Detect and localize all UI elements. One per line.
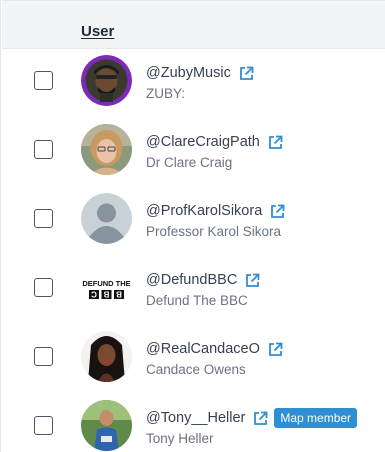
map-member-badge: Map member [274, 408, 358, 428]
defund-bbc-logo[interactable]: DEFUND THE C B B [81, 262, 132, 313]
row-checkbox[interactable] [34, 416, 53, 435]
external-link-icon[interactable] [253, 411, 268, 426]
table-row: @ZubyMusic ZUBY: [1, 49, 385, 118]
row-checkbox[interactable] [34, 140, 53, 159]
user-display-name: Dr Clare Craig [146, 155, 233, 170]
user-list-panel: User @ZubyMusic ZUBY: @ClareCraigPath Dr… [0, 0, 385, 452]
table-row: @Tony__Heller Map member Tony Heller [1, 394, 385, 452]
external-link-icon[interactable] [239, 66, 254, 81]
external-link-icon[interactable] [245, 273, 260, 288]
avatar[interactable] [81, 193, 132, 244]
avatar[interactable] [81, 331, 132, 382]
table-row: @ProfKarolSikora Professor Karol Sikora [1, 187, 385, 256]
external-link-icon[interactable] [268, 342, 283, 357]
table-header: User [2, 0, 385, 49]
user-handle[interactable]: @ZubyMusic [146, 65, 231, 81]
svg-text:C: C [91, 290, 97, 299]
user-display-name: Tony Heller [146, 431, 214, 446]
user-display-name: Professor Karol Sikora [146, 224, 282, 239]
user-display-name: Candace Owens [146, 362, 246, 377]
user-handle[interactable]: @ProfKarolSikora [146, 203, 262, 219]
table-row: @ClareCraigPath Dr Clare Craig [1, 118, 385, 187]
external-link-icon[interactable] [270, 204, 285, 219]
row-checkbox[interactable] [34, 71, 53, 90]
user-handle[interactable]: @RealCandaceO [146, 341, 260, 357]
avatar[interactable] [81, 124, 132, 175]
row-checkbox[interactable] [34, 347, 53, 366]
svg-text:DEFUND THE: DEFUND THE [82, 279, 130, 288]
user-handle[interactable]: @Tony__Heller [146, 410, 245, 426]
row-checkbox[interactable] [34, 209, 53, 228]
user-handle[interactable]: @ClareCraigPath [146, 134, 260, 150]
user-rows: @ZubyMusic ZUBY: @ClareCraigPath Dr Clar… [1, 49, 385, 452]
table-row: DEFUND THE C B B @DefundBBC Defund The B… [1, 256, 385, 325]
user-column-header[interactable]: User [81, 23, 114, 40]
user-display-name: ZUBY: [146, 86, 186, 101]
user-handle[interactable]: @DefundBBC [146, 272, 237, 288]
user-display-name: Defund The BBC [146, 293, 248, 308]
avatar[interactable] [81, 400, 132, 451]
row-checkbox[interactable] [34, 278, 53, 297]
avatar[interactable] [81, 55, 132, 106]
table-row: @RealCandaceO Candace Owens [1, 325, 385, 394]
svg-text:B: B [103, 290, 109, 299]
svg-text:B: B [116, 290, 122, 299]
external-link-icon[interactable] [268, 135, 283, 150]
